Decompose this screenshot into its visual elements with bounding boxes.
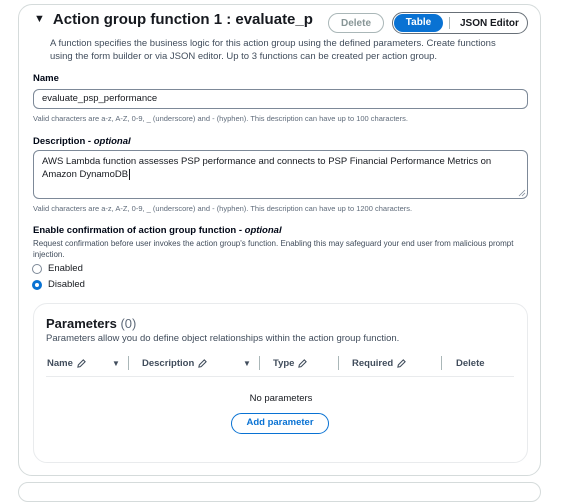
pencil-icon <box>397 359 407 368</box>
column-header-description[interactable]: Description <box>142 358 208 369</box>
column-separator[interactable] <box>128 356 129 370</box>
radio-disabled[interactable]: Disabled <box>32 279 85 290</box>
radio-enabled[interactable]: Enabled <box>32 263 83 274</box>
column-header-name[interactable]: Name <box>47 358 86 369</box>
radio-enabled-label: Enabled <box>48 263 83 274</box>
column-header-delete: Delete <box>456 358 485 369</box>
function-header[interactable]: ▼ Action group function 1 : evaluate_p <box>34 11 313 28</box>
sort-down-icon[interactable]: ▼ <box>112 359 120 368</box>
column-separator[interactable] <box>441 356 442 370</box>
toggle-divider <box>449 17 450 29</box>
column-header-type[interactable]: Type <box>273 358 308 369</box>
delete-function-button[interactable]: Delete <box>328 13 384 33</box>
add-parameter-button[interactable]: Add parameter <box>231 413 329 434</box>
radio-enabled-circle[interactable] <box>32 263 42 274</box>
pencil-icon <box>77 359 86 368</box>
confirmation-description: Request confirmation before user invokes… <box>33 239 514 259</box>
name-label: Name <box>33 73 59 84</box>
column-delete-label: Delete <box>456 358 485 369</box>
function-name-input[interactable]: evaluate_psp_performance <box>33 89 528 109</box>
view-mode-toggle: Table JSON Editor <box>392 12 528 34</box>
description-label: Description - optional <box>33 136 131 147</box>
sort-down-icon[interactable]: ▼ <box>243 359 251 368</box>
function-description-value: AWS Lambda function assesses PSP perform… <box>42 156 492 180</box>
radio-disabled-label: Disabled <box>48 279 85 290</box>
json-editor-view-button[interactable]: JSON Editor <box>460 18 519 29</box>
confirmation-optional-text: - optional <box>238 225 282 236</box>
pencil-icon <box>198 359 208 368</box>
column-type-label: Type <box>273 358 295 369</box>
parameters-title-text: Parameters <box>46 316 117 331</box>
column-separator[interactable] <box>259 356 260 370</box>
next-section-card <box>18 482 541 502</box>
confirmation-label-text: Enable confirmation of action group func… <box>33 225 237 236</box>
column-description-label: Description <box>142 358 195 369</box>
parameters-count: (0) <box>120 316 137 331</box>
description-optional-text: - optional <box>87 136 131 147</box>
caret-down-icon[interactable]: ▼ <box>34 13 45 25</box>
table-header-divider <box>46 376 514 377</box>
description-label-text: Description <box>33 136 86 147</box>
function-description-textarea[interactable]: AWS Lambda function assesses PSP perform… <box>33 150 528 199</box>
name-hint: Valid characters are a-z, A-Z, 0-9, _ (u… <box>33 114 408 123</box>
table-view-button[interactable]: Table <box>394 14 443 32</box>
parameters-title: Parameters (0) <box>46 316 136 331</box>
radio-disabled-circle[interactable] <box>32 279 42 290</box>
parameters-description: Parameters allow you do define object re… <box>46 333 400 344</box>
empty-parameters-text: No parameters <box>249 393 313 404</box>
text-cursor <box>129 169 131 180</box>
column-name-label: Name <box>47 358 73 369</box>
confirmation-label: Enable confirmation of action group func… <box>33 225 282 236</box>
column-required-label: Required <box>352 358 394 369</box>
description-hint: Valid characters are a-z, A-Z, 0-9, _ (u… <box>33 204 413 213</box>
column-separator[interactable] <box>338 356 339 370</box>
function-description: A function specifies the business logic … <box>50 38 496 62</box>
resize-grip-icon[interactable] <box>518 189 526 197</box>
function-title: Action group function 1 : evaluate_p <box>52 11 313 28</box>
pencil-icon <box>298 359 308 368</box>
column-header-required[interactable]: Required <box>352 358 407 369</box>
